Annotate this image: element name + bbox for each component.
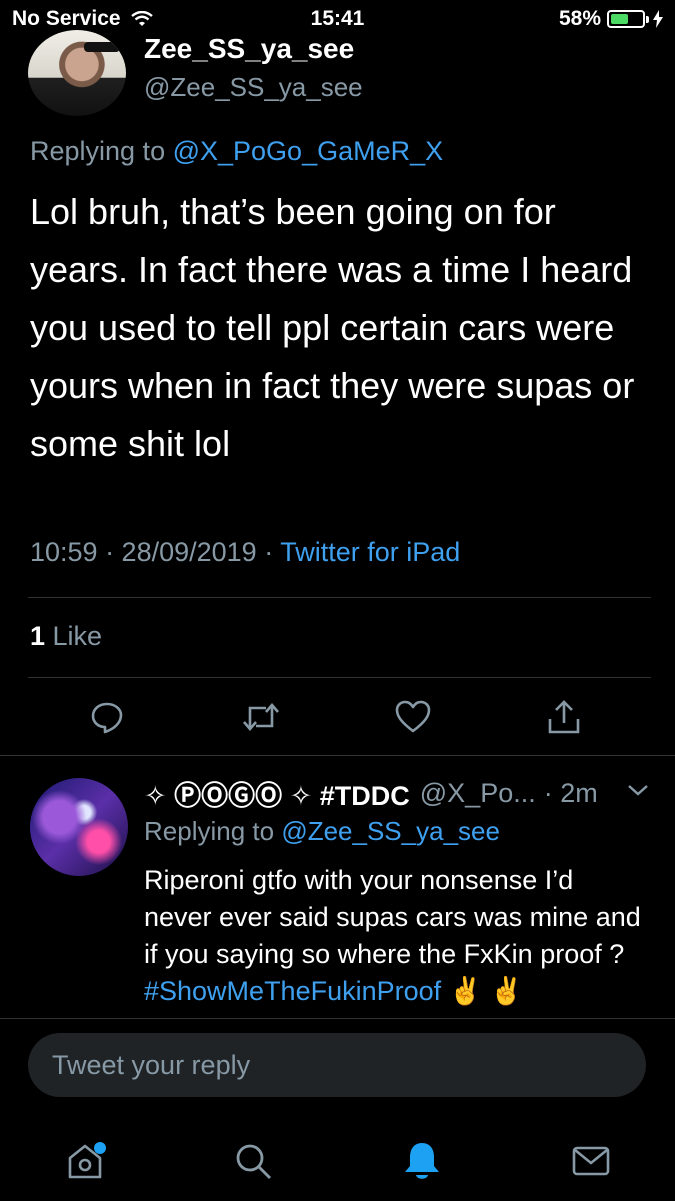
like-count-label: Like xyxy=(45,621,103,651)
tab-bar xyxy=(0,1120,675,1200)
section-separator xyxy=(0,755,675,756)
reply-body: Riperoni gtfo with your nonsense I’d nev… xyxy=(144,865,641,969)
like-count-number: 1 xyxy=(30,621,46,651)
tweet-meta: 10:59 · 28/09/2019 · Twitter for iPad xyxy=(30,537,460,568)
avatar-glasses xyxy=(84,42,120,52)
reply-header[interactable]: ✧ ⓅⓄⒼⓄ ✧ #TDDC @X_Po... · 2m xyxy=(144,774,659,813)
divider xyxy=(28,677,651,678)
reply-author-name[interactable]: ✧ ⓅⓄⒼⓄ ✧ #TDDC xyxy=(144,774,410,813)
author-handle[interactable]: @Zee_SS_ya_see xyxy=(144,72,363,103)
reply-icon xyxy=(91,702,123,734)
tweet-text: Lol bruh, that’s been going on for years… xyxy=(30,191,635,464)
tab-messages[interactable] xyxy=(566,1136,616,1186)
author-avatar[interactable] xyxy=(28,30,126,116)
replying-prefix: Replying to xyxy=(30,136,173,166)
tweet-actions xyxy=(0,694,675,740)
battery-tip xyxy=(646,15,649,23)
search-icon xyxy=(236,1144,271,1179)
battery-icon xyxy=(607,10,645,28)
reply-replying-to-line: Replying to @Zee_SS_ya_see xyxy=(144,816,500,847)
reply-replying-to-link[interactable]: @Zee_SS_ya_see xyxy=(281,816,500,846)
tab-notifications[interactable] xyxy=(397,1136,447,1186)
reply-replying-prefix: Replying to xyxy=(144,816,282,846)
like-button[interactable] xyxy=(390,694,436,740)
tab-home[interactable] xyxy=(60,1136,110,1186)
tweet-timestamp: 10:59 · 28/09/2019 · xyxy=(30,537,281,567)
author-name[interactable]: Zee_SS_ya_see xyxy=(144,33,354,65)
home-notification-dot xyxy=(94,1142,106,1154)
tweet-source-link[interactable]: Twitter for iPad xyxy=(280,537,460,567)
retweet-button[interactable] xyxy=(238,694,284,740)
chevron-down-icon[interactable] xyxy=(626,782,650,798)
notifications-icon xyxy=(405,1143,439,1179)
replying-to-line: Replying to @X_PoGo_GaMeR_X xyxy=(30,136,443,167)
messages-icon xyxy=(572,1146,610,1176)
reply-text: Riperoni gtfo with your nonsense I’d nev… xyxy=(144,862,644,1012)
battery-area: 58% xyxy=(559,7,663,31)
share-icon xyxy=(548,700,580,734)
composer-placeholder: Tweet your reply xyxy=(52,1050,251,1080)
reply-hashtag-link[interactable]: #ShowMeTheFukinProof xyxy=(144,976,441,1006)
reply-time: · 2m xyxy=(543,778,598,808)
replying-to-link[interactable]: @X_PoGo_GaMeR_X xyxy=(173,136,444,166)
reply-composer[interactable]: Tweet your reply xyxy=(28,1033,646,1097)
tab-search[interactable] xyxy=(228,1136,278,1186)
share-button[interactable] xyxy=(541,694,587,740)
retweet-icon xyxy=(243,703,279,731)
charging-icon xyxy=(653,10,663,28)
reply-author-handle[interactable]: @X_Po... xyxy=(420,778,536,809)
battery-percent: 58% xyxy=(558,7,601,30)
reply-button[interactable] xyxy=(84,694,130,740)
status-bar: No Service 15:41 58% xyxy=(0,0,675,36)
reply-emoji: ✌️ ✌️ xyxy=(441,976,524,1006)
likes-count[interactable]: 1 Like xyxy=(30,621,102,652)
divider xyxy=(28,597,651,598)
reply-author-avatar[interactable] xyxy=(30,778,128,876)
like-icon xyxy=(395,700,431,733)
